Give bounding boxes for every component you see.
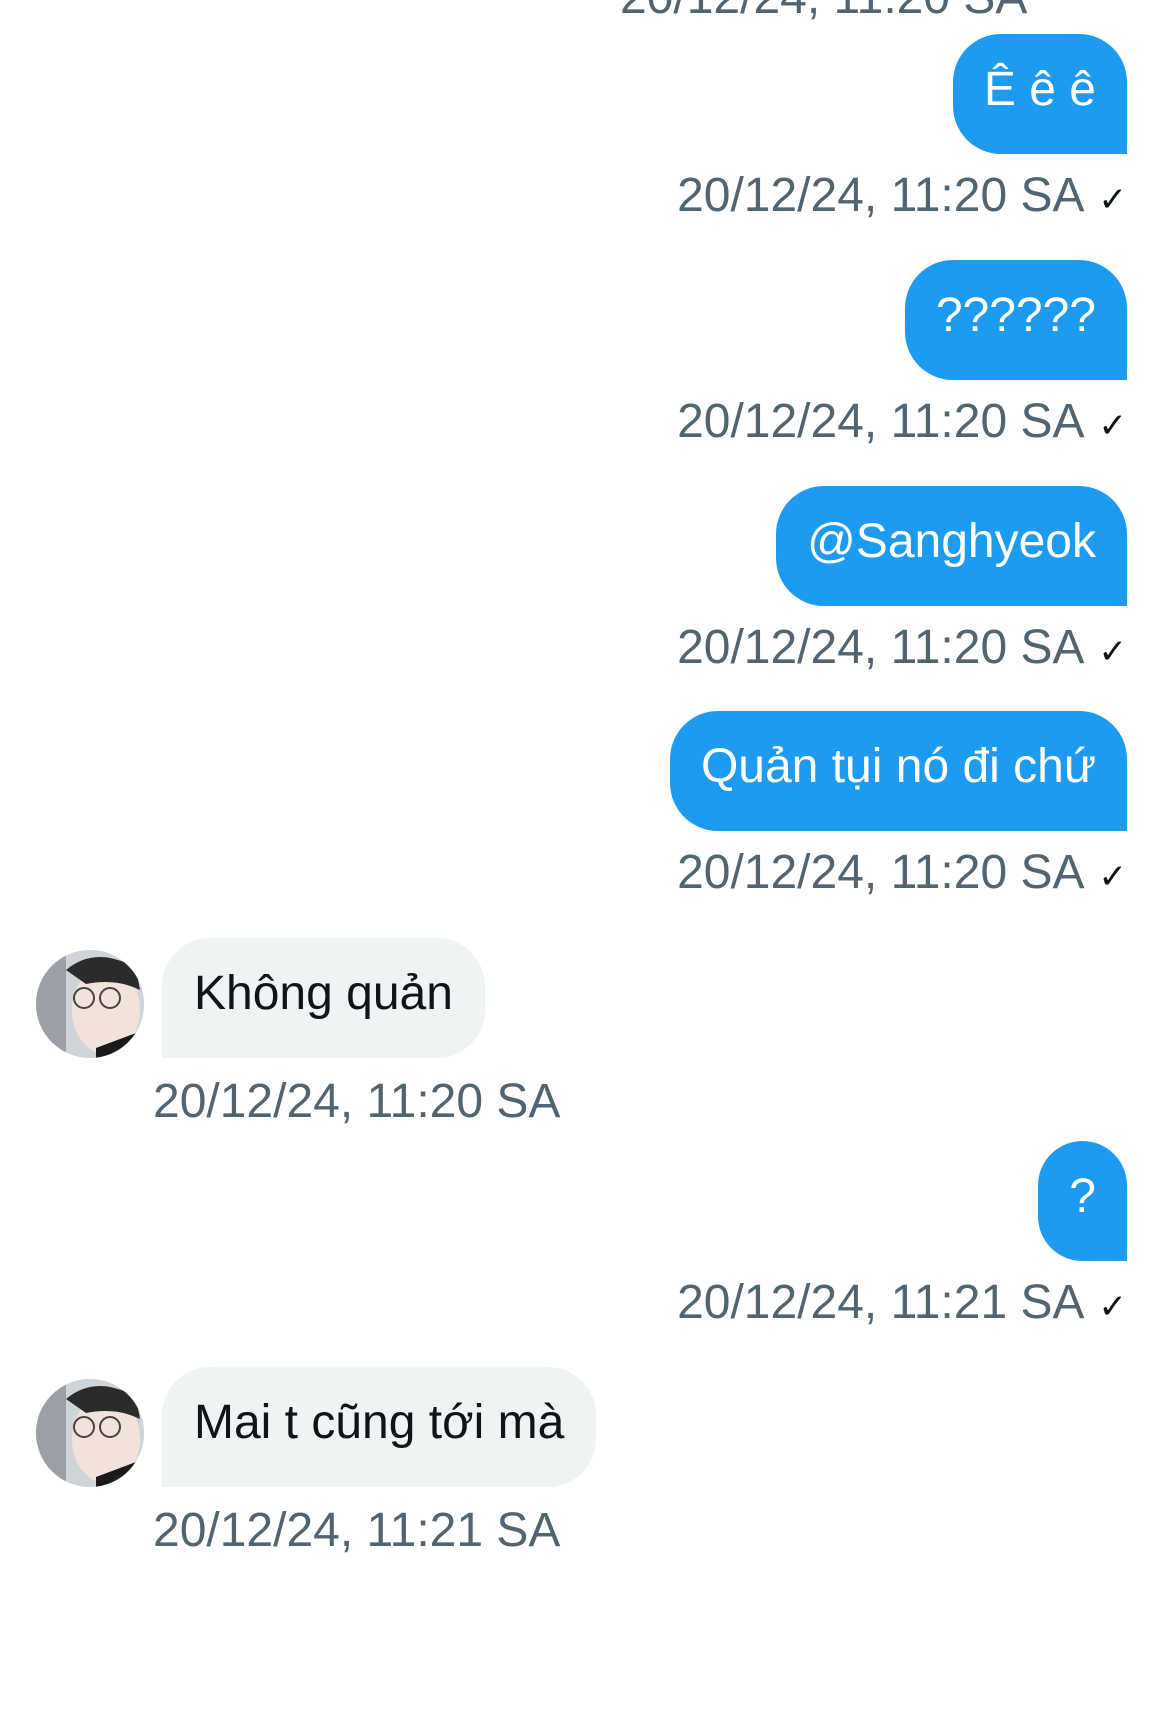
message-bubble[interactable]: ? [1038,1141,1127,1261]
message-meta: 20/12/24, 11:20 SA ✓ [677,394,1127,450]
user-avatar[interactable] [36,950,144,1058]
checkmark-icon: ✓ [1098,1288,1128,1326]
message-meta: 20/12/24, 11:20 SA ✓ [677,845,1127,901]
message-bubble[interactable]: Quản tụi nó đi chứ [669,711,1127,831]
message-meta: 20/12/24, 11:21 SA ✓ [677,1275,1127,1331]
message-bubble[interactable]: ?????? [904,260,1127,380]
message-meta: 20/12/24, 11:20 SA ✓ [677,168,1127,224]
message-bubble[interactable]: Không quản [162,938,485,1058]
message-bubble[interactable]: Ê ê ê [952,34,1127,154]
message-timestamp: 20/12/24, 11:20 SA [677,621,1085,674]
message-timestamp: 20/12/24, 11:20 SA [677,846,1085,899]
message-meta: 20/12/24, 11:20 SA ✓ [677,620,1127,676]
checkmark-icon: ✓ [1098,633,1128,671]
checkmark-icon: ✓ [1098,407,1128,445]
outgoing-message[interactable]: ?????? 20/12/24, 11:20 SA ✓ [677,260,1127,450]
outgoing-message[interactable]: ? 20/12/24, 11:21 SA ✓ [677,1141,1127,1331]
outgoing-message[interactable]: @Sanghyeok 20/12/24, 11:20 SA ✓ [677,486,1127,676]
checkmark-icon: ✓ [1098,858,1128,896]
outgoing-message[interactable]: Quản tụi nó đi chứ 20/12/24, 11:20 SA ✓ [669,711,1127,901]
user-avatar[interactable] [36,1379,144,1487]
message-timestamp: 20/12/24, 11:20 SA [620,0,1027,25]
message-timestamp: 20/12/24, 11:20 SA [677,395,1085,448]
message-timestamp: 20/12/24, 11:20 SA [677,169,1085,222]
outgoing-message[interactable]: Ê ê ê 20/12/24, 11:20 SA ✓ [677,34,1127,224]
message-bubble[interactable]: Mai t cũng tới mà [162,1367,597,1487]
message-timestamp: 20/12/24, 11:20 SA [153,1075,561,1128]
message-timestamp: 20/12/24, 11:21 SA [677,1276,1085,1329]
message-timestamp: 20/12/24, 11:21 SA [153,1504,561,1557]
message-bubble[interactable]: @Sanghyeok [776,486,1127,606]
checkmark-icon: ✓ [1098,181,1128,219]
